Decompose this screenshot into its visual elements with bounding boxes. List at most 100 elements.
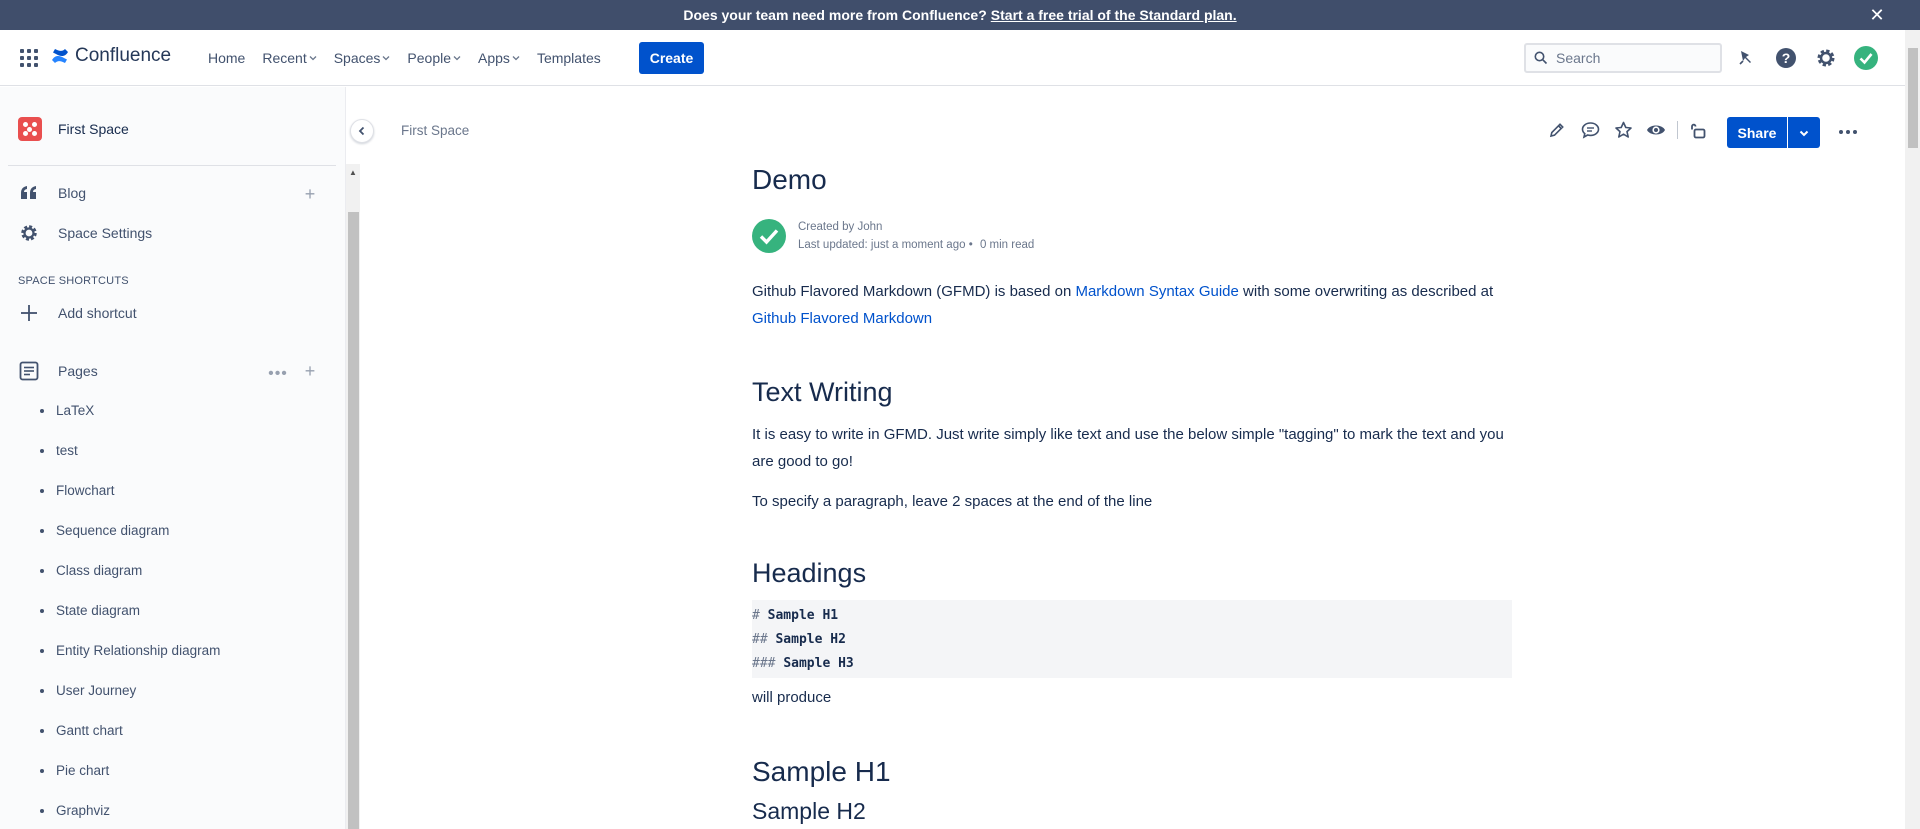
- page-tree-item-label: Graphviz: [56, 803, 111, 818]
- sidebar-item-blog[interactable]: Blog: [18, 182, 318, 204]
- nav-apps[interactable]: Apps: [470, 44, 528, 72]
- nav-home[interactable]: Home: [200, 44, 253, 72]
- page-tree-item-label: LaTeX: [56, 403, 95, 418]
- notifications-icon[interactable]: [1732, 44, 1760, 72]
- nav-templates[interactable]: Templates: [529, 44, 609, 72]
- bullet-icon: [40, 688, 44, 693]
- add-shortcut-button[interactable]: Add shortcut: [18, 302, 318, 324]
- code-line: # Sample H1: [752, 604, 1512, 628]
- page-tree-item[interactable]: Pie chart: [40, 763, 109, 778]
- confluence-logo[interactable]: Confluence: [51, 45, 171, 67]
- page-tree-item[interactable]: Graphviz: [40, 803, 110, 818]
- nav-recent[interactable]: Recent: [254, 44, 324, 72]
- chevron-down-icon: [382, 56, 390, 61]
- last-updated-text[interactable]: Last updated: just a moment ago: [798, 239, 966, 251]
- nav-spaces[interactable]: Spaces: [326, 44, 399, 72]
- nav-people[interactable]: People: [399, 44, 469, 72]
- page-byline: Created by John Last updated: just a mom…: [752, 218, 1034, 254]
- sidebar-item-label: Pages: [58, 363, 98, 379]
- sidebar-scrollbar-thumb[interactable]: [348, 212, 359, 829]
- banner-text: Does your team need more from Confluence…: [683, 7, 987, 23]
- page-scrollbar-thumb[interactable]: [1908, 48, 1918, 148]
- search-box[interactable]: [1524, 43, 1722, 73]
- edit-pencil-icon[interactable]: [1545, 118, 1569, 142]
- code-block[interactable]: # Sample H1 ## Sample H2 ### Sample H3: [752, 600, 1512, 678]
- paragraph-tip: To specify a paragraph, leave 2 spaces a…: [752, 493, 1153, 510]
- created-by-text[interactable]: Created by John: [798, 218, 1034, 236]
- page-tree-item[interactable]: Flowchart: [40, 483, 115, 498]
- author-avatar[interactable]: [752, 219, 786, 253]
- page-tree-item[interactable]: State diagram: [40, 603, 140, 618]
- share-dropdown-button[interactable]: [1788, 117, 1820, 148]
- nav-item-label: Spaces: [333, 50, 381, 66]
- markdown-syntax-guide-link[interactable]: Markdown Syntax Guide: [1075, 283, 1238, 300]
- bullet-icon: [40, 768, 44, 773]
- search-input[interactable]: [1556, 50, 1706, 66]
- section-heading-headings: Headings: [752, 558, 867, 588]
- page-tree-item[interactable]: Gantt chart: [40, 723, 123, 738]
- help-icon[interactable]: ?: [1772, 44, 1800, 72]
- nav-item-label: People: [407, 50, 452, 66]
- share-button[interactable]: Share: [1727, 117, 1787, 148]
- pages-more-icon[interactable]: •••: [266, 364, 290, 384]
- read-time-text: 0 min read: [979, 239, 1035, 251]
- breadcrumb[interactable]: First Space: [401, 123, 469, 138]
- bullet-icon: [40, 528, 44, 533]
- code-hash: #: [752, 608, 760, 623]
- restrictions-unlock-icon[interactable]: [1686, 118, 1710, 142]
- sample-h1-heading: Sample H1: [752, 756, 891, 787]
- settings-gear-icon[interactable]: [1812, 44, 1840, 72]
- create-button[interactable]: Create: [639, 42, 704, 74]
- top-icons: ?: [1732, 44, 1880, 72]
- app-switcher-icon[interactable]: [20, 49, 38, 67]
- space-sidebar: First Space Blog + Space Settings SPACE …: [0, 87, 346, 829]
- sidebar-item-label: Blog: [58, 185, 87, 201]
- banner-trial-link[interactable]: Start a free trial of the Standard plan.: [991, 7, 1237, 23]
- comment-icon[interactable]: [1578, 118, 1602, 142]
- github-flavored-markdown-link[interactable]: Github Flavored Markdown: [752, 310, 932, 327]
- collapse-sidebar-button[interactable]: [350, 119, 374, 143]
- add-blog-plus-icon[interactable]: +: [300, 184, 320, 204]
- code-text: Sample H2: [775, 632, 846, 647]
- top-navigation: Confluence Home Recent Spaces People Apps Tem…: [0, 30, 1905, 86]
- banner-close-button[interactable]: ✕: [1866, 4, 1888, 26]
- sidebar-item-label: Space Settings: [58, 225, 153, 241]
- nav-item-label: Home: [208, 50, 246, 66]
- page-scrollbar[interactable]: [1905, 30, 1920, 829]
- page-tree-item[interactable]: User Journey: [40, 683, 136, 698]
- add-page-plus-icon[interactable]: +: [300, 361, 320, 381]
- plus-icon: [18, 302, 40, 324]
- page-tree-item-label: Pie chart: [56, 763, 110, 778]
- code-text: Sample H3: [783, 656, 854, 671]
- share-control: Share: [1727, 117, 1820, 148]
- page-tree-item[interactable]: test: [40, 443, 78, 458]
- space-header[interactable]: First Space: [18, 117, 129, 141]
- page-tree-item-label: State diagram: [56, 603, 141, 618]
- profile-avatar[interactable]: [1852, 44, 1880, 72]
- page-tree-item[interactable]: Class diagram: [40, 563, 142, 578]
- page-content: Demo Created by John Last updated: just …: [752, 160, 1512, 824]
- nav-item-label: Apps: [478, 50, 510, 66]
- sidebar-item-space-settings[interactable]: Space Settings: [18, 222, 318, 244]
- watch-eye-icon[interactable]: [1644, 118, 1668, 142]
- page-tree-item[interactable]: LaTeX: [40, 403, 94, 418]
- page-tree-item-label: Class diagram: [56, 563, 143, 578]
- scroll-up-arrow-icon[interactable]: ▲: [348, 168, 358, 178]
- page-tree-item[interactable]: Sequence diagram: [40, 523, 169, 538]
- sidebar-divider: [8, 165, 336, 166]
- more-actions-icon[interactable]: [1834, 118, 1862, 146]
- chevron-left-icon: [358, 126, 365, 136]
- search-icon: [1534, 51, 1548, 65]
- page-tree-item[interactable]: Entity Relationship diagram: [40, 643, 220, 658]
- intro-text: Github Flavored Markdown (GFMD) is based…: [752, 283, 1076, 300]
- star-icon[interactable]: [1611, 118, 1635, 142]
- page-title: Demo: [752, 164, 827, 195]
- product-name: Confluence: [75, 45, 172, 66]
- chevron-down-icon: [309, 56, 317, 61]
- bullet-icon: [40, 648, 44, 653]
- svg-text:?: ?: [1782, 50, 1791, 66]
- actions-divider: [1677, 121, 1678, 139]
- code-line: ## Sample H2: [752, 628, 1512, 652]
- bullet-icon: [40, 608, 44, 613]
- space-shortcuts-heading: SPACE SHORTCUTS: [18, 275, 129, 287]
